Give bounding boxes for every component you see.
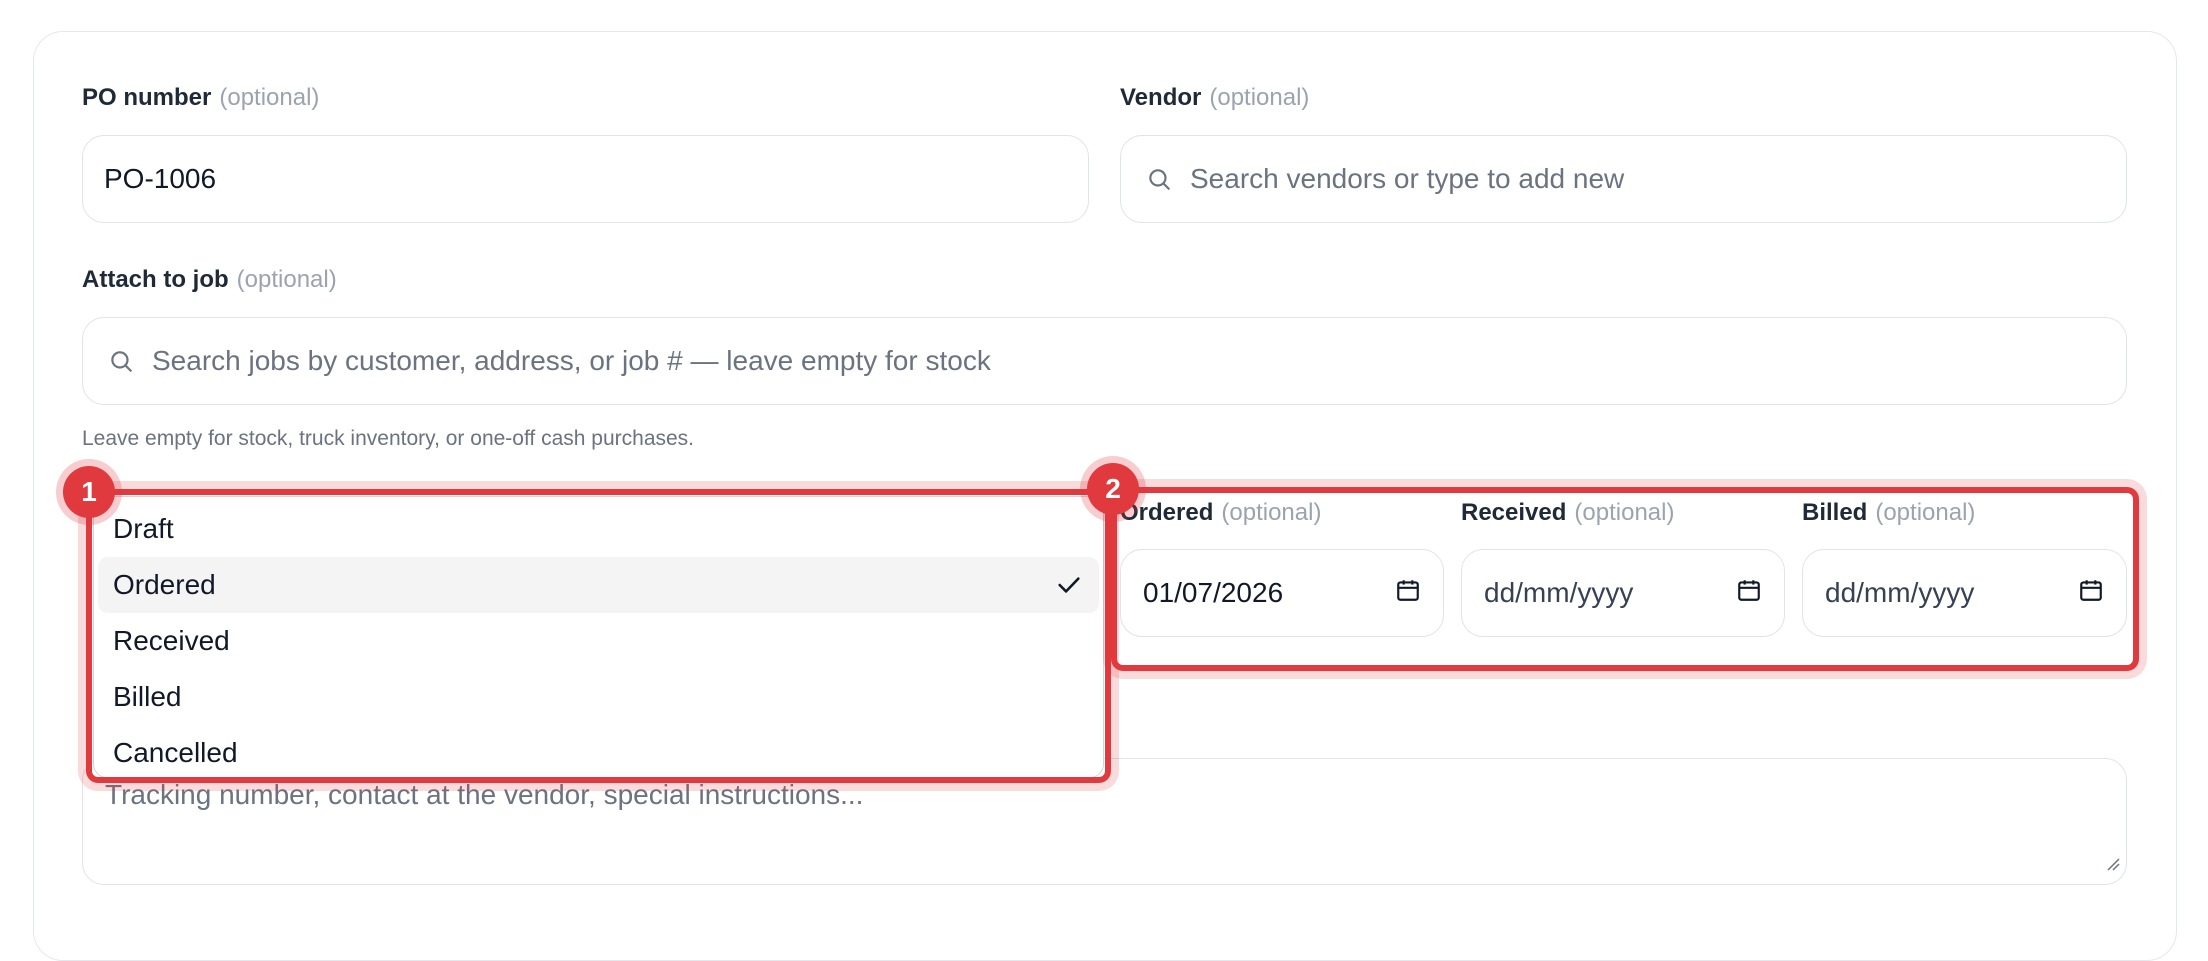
- received-date-input[interactable]: dd/mm/yyyy: [1461, 549, 1785, 637]
- vendor-search-input[interactable]: Search vendors or type to add new: [1120, 135, 2127, 223]
- ordered-date-label: Ordered (optional): [1120, 499, 1322, 526]
- ordered-date-input[interactable]: 01/07/2026: [1120, 549, 1444, 637]
- vendor-placeholder: Search vendors or type to add new: [1190, 163, 1625, 194]
- job-placeholder: Search jobs by customer, address, or job…: [152, 345, 991, 376]
- received-date-placeholder: dd/mm/yyyy: [1484, 577, 1634, 608]
- job-help-text: Leave empty for stock, truck inventory, …: [82, 427, 695, 450]
- received-date-label: Received (optional): [1461, 499, 1675, 526]
- po-number-value: PO-1006: [104, 163, 217, 194]
- check-icon: [1055, 571, 1083, 606]
- status-option-billed[interactable]: Billed: [98, 669, 1099, 725]
- billed-date-placeholder: dd/mm/yyyy: [1825, 577, 1975, 608]
- ordered-date-value: 01/07/2026: [1143, 577, 1284, 608]
- calendar-icon[interactable]: [1736, 577, 1762, 610]
- search-icon: [108, 348, 134, 374]
- status-dropdown-menu: Draft Ordered Received Billed Cancelled: [93, 496, 1104, 778]
- vendor-label: Vendor (optional): [1120, 84, 1310, 111]
- status-option-ordered[interactable]: Ordered: [98, 557, 1099, 613]
- annotation-badge-2: 2: [1087, 463, 1139, 515]
- billed-date-input[interactable]: dd/mm/yyyy: [1802, 549, 2127, 637]
- job-label: Attach to job (optional): [82, 266, 337, 293]
- calendar-icon[interactable]: [2078, 577, 2104, 610]
- calendar-icon[interactable]: [1395, 577, 1421, 610]
- status-option-draft[interactable]: Draft: [98, 501, 1099, 557]
- job-search-input[interactable]: Search jobs by customer, address, or job…: [82, 317, 2127, 405]
- annotation-badge-1: 1: [63, 466, 115, 518]
- resize-grip-icon[interactable]: [2106, 846, 2120, 878]
- billed-date-label: Billed (optional): [1802, 499, 1976, 526]
- po-number-label: PO number (optional): [82, 84, 320, 111]
- status-option-received[interactable]: Received: [98, 613, 1099, 669]
- po-number-input[interactable]: PO-1006: [82, 135, 1089, 223]
- search-icon: [1146, 166, 1172, 192]
- notes-placeholder: Tracking number, contact at the vendor, …: [105, 779, 864, 810]
- status-option-cancelled[interactable]: Cancelled: [98, 725, 1099, 781]
